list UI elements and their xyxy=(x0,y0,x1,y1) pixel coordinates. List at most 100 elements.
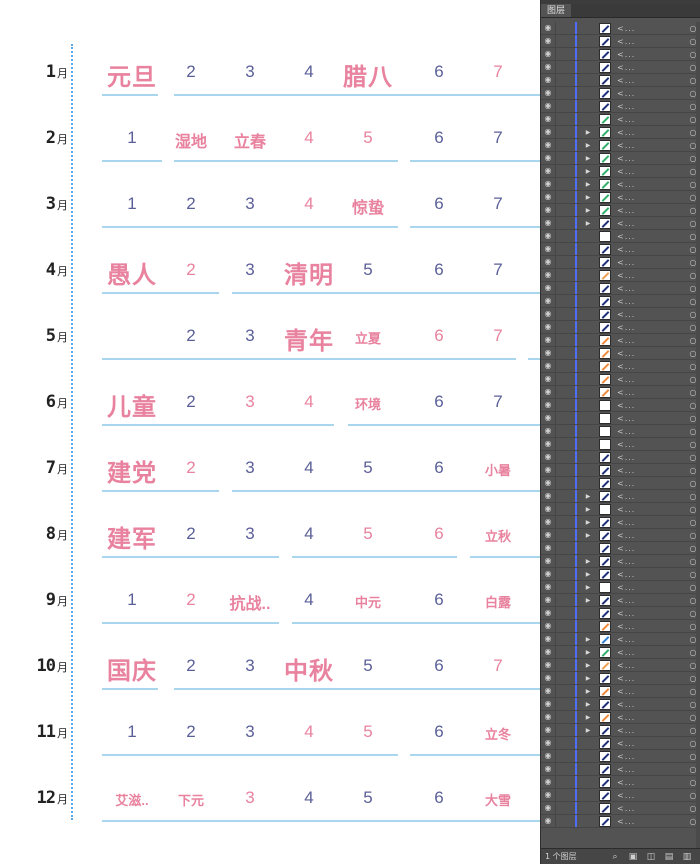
lock-toggle[interactable] xyxy=(555,737,569,749)
layer-row[interactable]: ◉ ▶ <... ○ xyxy=(541,217,700,230)
lock-toggle[interactable] xyxy=(555,22,569,34)
layer-name[interactable]: <... xyxy=(617,323,686,332)
eye-icon[interactable]: ◉ xyxy=(541,256,555,268)
eye-icon[interactable]: ◉ xyxy=(541,659,555,671)
eye-icon[interactable]: ◉ xyxy=(541,87,555,99)
layer-name[interactable]: <... xyxy=(617,24,686,33)
layer-name[interactable]: <... xyxy=(617,817,686,826)
layer-list[interactable]: ◉ <... ○ ◉ <... ○ ◉ <... ○ ◉ <... ○ ◉ <... ○ ◉ <... ○ ◉ <..… xyxy=(541,22,700,848)
lock-toggle[interactable] xyxy=(555,100,569,112)
eye-icon[interactable]: ◉ xyxy=(541,334,555,346)
layer-name[interactable]: <... xyxy=(617,778,686,787)
lock-toggle[interactable] xyxy=(555,542,569,554)
eye-icon[interactable]: ◉ xyxy=(541,438,555,450)
layer-row[interactable]: ◉ <... ○ xyxy=(541,776,700,789)
layer-name[interactable]: <... xyxy=(617,76,686,85)
lock-toggle[interactable] xyxy=(555,334,569,346)
layer-name[interactable]: <... xyxy=(617,245,686,254)
layer-row[interactable]: ◉ <... ○ xyxy=(541,35,700,48)
expand-arrow-icon[interactable]: ▶ xyxy=(577,129,599,136)
layer-name[interactable]: <... xyxy=(617,596,686,605)
eye-icon[interactable]: ◉ xyxy=(541,529,555,541)
layer-row[interactable]: ◉ ▶ <... ○ xyxy=(541,139,700,152)
layer-name[interactable]: <... xyxy=(617,583,686,592)
layer-name[interactable]: <... xyxy=(617,115,686,124)
lock-toggle[interactable] xyxy=(555,256,569,268)
eye-icon[interactable]: ◉ xyxy=(541,61,555,73)
lock-toggle[interactable] xyxy=(555,438,569,450)
layer-row[interactable]: ◉ <... ○ xyxy=(541,399,700,412)
eye-icon[interactable]: ◉ xyxy=(541,711,555,723)
eye-icon[interactable]: ◉ xyxy=(541,633,555,645)
lock-toggle[interactable] xyxy=(555,620,569,632)
eye-icon[interactable]: ◉ xyxy=(541,100,555,112)
layer-name[interactable]: <... xyxy=(617,713,686,722)
eye-icon[interactable]: ◉ xyxy=(541,815,555,827)
lock-toggle[interactable] xyxy=(555,87,569,99)
layer-row[interactable]: ◉ <... ○ xyxy=(541,230,700,243)
lock-toggle[interactable] xyxy=(555,282,569,294)
layer-name[interactable]: <... xyxy=(617,609,686,618)
layer-row[interactable]: ◉ ▶ <... ○ xyxy=(541,555,700,568)
layer-row[interactable]: ◉ <... ○ xyxy=(541,412,700,425)
eye-icon[interactable]: ◉ xyxy=(541,282,555,294)
lock-toggle[interactable] xyxy=(555,750,569,762)
layer-name[interactable]: <... xyxy=(617,128,686,137)
lock-toggle[interactable] xyxy=(555,555,569,567)
lock-toggle[interactable] xyxy=(555,815,569,827)
layer-row[interactable]: ◉ <... ○ xyxy=(541,22,700,35)
expand-arrow-icon[interactable]: ▶ xyxy=(577,532,599,539)
layer-row[interactable]: ◉ <... ○ xyxy=(541,347,700,360)
layer-row[interactable]: ◉ ▶ <... ○ xyxy=(541,503,700,516)
lock-toggle[interactable] xyxy=(555,399,569,411)
lock-toggle[interactable] xyxy=(555,230,569,242)
eye-icon[interactable]: ◉ xyxy=(541,490,555,502)
expand-arrow-icon[interactable]: ▶ xyxy=(577,636,599,643)
layer-name[interactable]: <... xyxy=(617,440,686,449)
eye-icon[interactable]: ◉ xyxy=(541,230,555,242)
layer-name[interactable]: <... xyxy=(617,726,686,735)
layer-row[interactable]: ◉ ▶ <... ○ xyxy=(541,659,700,672)
lock-toggle[interactable] xyxy=(555,347,569,359)
layer-row[interactable]: ◉ ▶ <... ○ xyxy=(541,685,700,698)
layer-row[interactable]: ◉ <... ○ xyxy=(541,87,700,100)
lock-toggle[interactable] xyxy=(555,594,569,606)
eye-icon[interactable]: ◉ xyxy=(541,503,555,515)
eye-icon[interactable]: ◉ xyxy=(541,750,555,762)
layer-name[interactable]: <... xyxy=(617,687,686,696)
layer-row[interactable]: ◉ <... ○ xyxy=(541,61,700,74)
layer-name[interactable]: <... xyxy=(617,297,686,306)
lock-toggle[interactable] xyxy=(555,308,569,320)
lock-toggle[interactable] xyxy=(555,711,569,723)
eye-icon[interactable]: ◉ xyxy=(541,139,555,151)
layer-row[interactable]: ◉ <... ○ xyxy=(541,321,700,334)
expand-arrow-icon[interactable]: ▶ xyxy=(577,194,599,201)
new-layer-icon[interactable]: ▤ xyxy=(660,852,678,862)
layer-name[interactable]: <... xyxy=(617,453,686,462)
expand-arrow-icon[interactable]: ▶ xyxy=(577,506,599,513)
layer-row[interactable]: ◉ <... ○ xyxy=(541,360,700,373)
lock-toggle[interactable] xyxy=(555,321,569,333)
expand-arrow-icon[interactable]: ▶ xyxy=(577,571,599,578)
tab-layers[interactable]: 图层 xyxy=(541,4,572,17)
layer-row[interactable]: ◉ <... ○ xyxy=(541,425,700,438)
layer-name[interactable]: <... xyxy=(617,427,686,436)
layer-name[interactable]: <... xyxy=(617,466,686,475)
lock-toggle[interactable] xyxy=(555,412,569,424)
eye-icon[interactable]: ◉ xyxy=(541,412,555,424)
layer-row[interactable]: ◉ <... ○ xyxy=(541,295,700,308)
eye-icon[interactable]: ◉ xyxy=(541,35,555,47)
layer-name[interactable]: <... xyxy=(617,271,686,280)
expand-arrow-icon[interactable]: ▶ xyxy=(577,727,599,734)
lock-toggle[interactable] xyxy=(555,568,569,580)
expand-arrow-icon[interactable]: ▶ xyxy=(577,142,599,149)
expand-arrow-icon[interactable]: ▶ xyxy=(577,168,599,175)
layer-name[interactable]: <... xyxy=(617,505,686,514)
calendar-artboard[interactable]: 1 月元旦 2 3 4 腊八 6 7 2 月 1 湿地 立春 4 5 6 7 3 月 1 2 3 4 惊蛰 6 7 4 月愚人 2 3 清明… xyxy=(0,0,540,864)
layer-name[interactable]: <... xyxy=(617,219,686,228)
layer-row[interactable]: ◉ <... ○ xyxy=(541,607,700,620)
layer-row[interactable]: ◉ <... ○ xyxy=(541,750,700,763)
layer-name[interactable]: <... xyxy=(617,622,686,631)
lock-toggle[interactable] xyxy=(555,126,569,138)
expand-arrow-icon[interactable]: ▶ xyxy=(577,597,599,604)
